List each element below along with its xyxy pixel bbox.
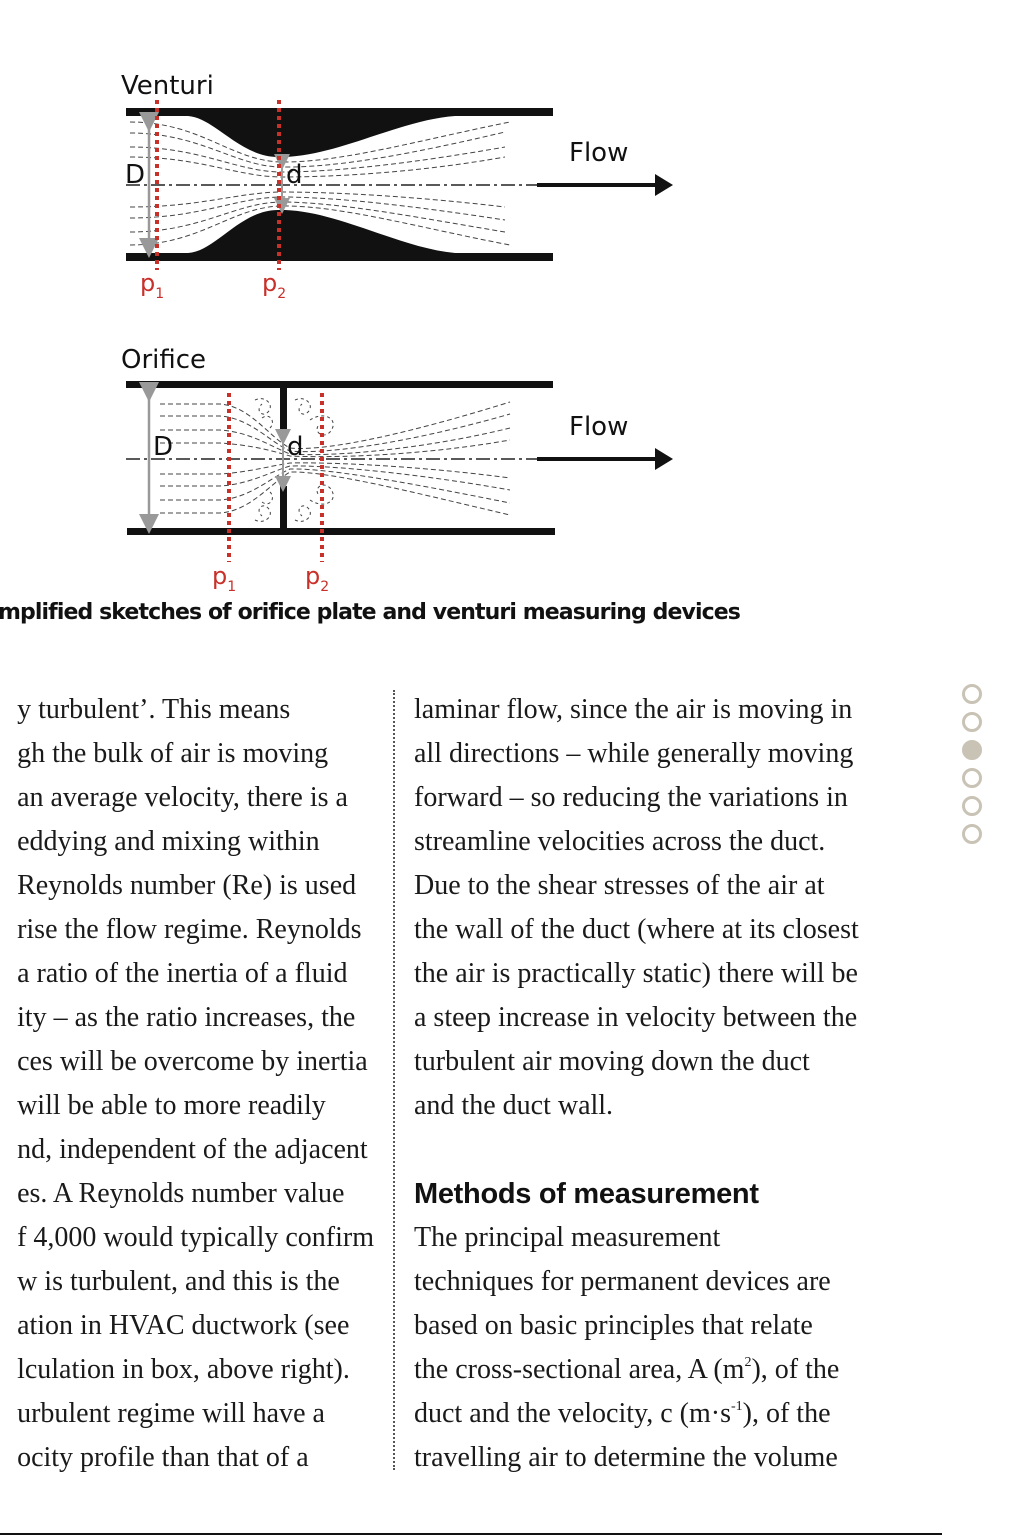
text-line: urbulent regime will have a <box>17 1398 325 1429</box>
text-line: laminar flow, since the air is moving in <box>414 694 853 725</box>
text-line: and the duct wall. <box>414 1090 614 1121</box>
text-line: based on basic principles that relate <box>414 1310 813 1341</box>
text-line: a ratio of the inertia of a fluid <box>17 958 348 989</box>
orifice-title: Orifice <box>121 345 206 375</box>
venturi-p1-label: p1 <box>140 269 164 302</box>
text-line: gh the bulk of air is moving <box>17 738 329 769</box>
text-line: rise the flow regime. Reynolds <box>17 914 362 945</box>
page-dot-2[interactable] <box>962 712 982 732</box>
venturi-D-label: D <box>125 160 145 190</box>
venturi-d-label: d <box>286 160 303 190</box>
venturi-p2-label: p2 <box>262 269 286 302</box>
figure-flow-devices: Venturi Flow D d p1 p2 Orifice Flow D d … <box>0 0 1024 600</box>
text-line: ocity profile than that of a <box>17 1442 309 1473</box>
orifice-flow-arrow-icon <box>655 448 673 470</box>
page-dot-3[interactable] <box>962 740 982 760</box>
orifice-plate-upper <box>280 386 287 435</box>
text-line: es. A Reynolds number value <box>17 1178 345 1209</box>
text-line: lculation in box, above right). <box>17 1354 350 1385</box>
text-line: travelling air to determine the volume <box>414 1442 838 1473</box>
text-line: f 4,000 would typically confirm <box>17 1222 374 1253</box>
orifice-flow-label: Flow <box>569 412 628 442</box>
text-line: an average velocity, there is a <box>17 782 348 813</box>
paragraph-measurement: The principal measurement techniques for… <box>414 1216 859 1480</box>
page-dot-6[interactable] <box>962 824 982 844</box>
text-line: Due to the shear stresses of the air at <box>414 870 825 901</box>
venturi-title: Venturi <box>121 71 214 101</box>
article-right-column: laminar flow, since the air is moving in… <box>414 688 859 1480</box>
text-line: will be able to more readily <box>17 1090 326 1121</box>
text-line: a steep increase in velocity between the <box>414 1002 858 1033</box>
page-dot-1[interactable] <box>962 684 982 704</box>
text-line: forward – so reducing the variations in <box>414 782 848 813</box>
orifice-D-label: D <box>153 432 173 462</box>
text-line: streamline velocities across the duct. <box>414 826 826 857</box>
column-divider <box>393 690 395 1470</box>
text-line: nd, independent of the adjacent <box>17 1134 368 1165</box>
text-line: the air is practically static) there wil… <box>414 958 858 989</box>
text-line: the wall of the duct (where at its close… <box>414 914 859 945</box>
text-line: duct and the velocity, c (m·s-1), of the <box>414 1398 831 1429</box>
page-dot-4[interactable] <box>962 768 982 788</box>
page-indicator <box>962 684 988 852</box>
venturi-flow-label: Flow <box>569 138 628 168</box>
orifice-upper-wall <box>126 381 553 388</box>
orifice-d-label: d <box>287 432 304 462</box>
text-line: ity – as the ratio increases, the <box>17 1002 356 1033</box>
text-line: The principal measurement <box>414 1222 721 1253</box>
venturi-diagram: Venturi Flow D d p1 p2 <box>121 71 673 302</box>
text-line: w is turbulent, and this is the <box>17 1266 340 1297</box>
orifice-p2-label: p2 <box>305 562 329 595</box>
venturi-flow-arrow-icon <box>655 174 673 196</box>
diagram-svg: Venturi Flow D d p1 p2 Orifice Flow D d … <box>121 71 673 595</box>
text-line: ces will be overcome by inertia <box>17 1046 368 1077</box>
text-line: ation in HVAC ductwork (see <box>17 1310 350 1341</box>
article-left-column: y turbulent’. This means gh the bulk of a… <box>17 688 374 1480</box>
text-line: techniques for permanent devices are <box>414 1266 831 1297</box>
page-dot-5[interactable] <box>962 796 982 816</box>
section-heading-methods: Methods of measurement <box>414 1178 759 1210</box>
orifice-diagram: Orifice Flow D d p1 p2 <box>121 345 673 595</box>
text-line: Reynolds number (Re) is used <box>17 870 357 901</box>
text-line: all directions – while generally moving <box>414 738 854 769</box>
bottom-rule <box>0 1533 942 1535</box>
text-line: the cross-sectional area, A (m2), of the <box>414 1354 840 1385</box>
text-line: turbulent air moving down the duct <box>414 1046 810 1077</box>
text-line: y turbulent’. This means <box>17 694 291 725</box>
orifice-lower-wall <box>127 528 555 535</box>
orifice-p1-label: p1 <box>212 562 236 595</box>
paragraph-turbulent-flow: laminar flow, since the air is moving in… <box>414 688 859 1128</box>
text-line: eddying and mixing within <box>17 826 320 857</box>
figure-caption: mplified sketches of orifice plate and v… <box>0 600 741 625</box>
orifice-plate-lower <box>280 486 287 530</box>
